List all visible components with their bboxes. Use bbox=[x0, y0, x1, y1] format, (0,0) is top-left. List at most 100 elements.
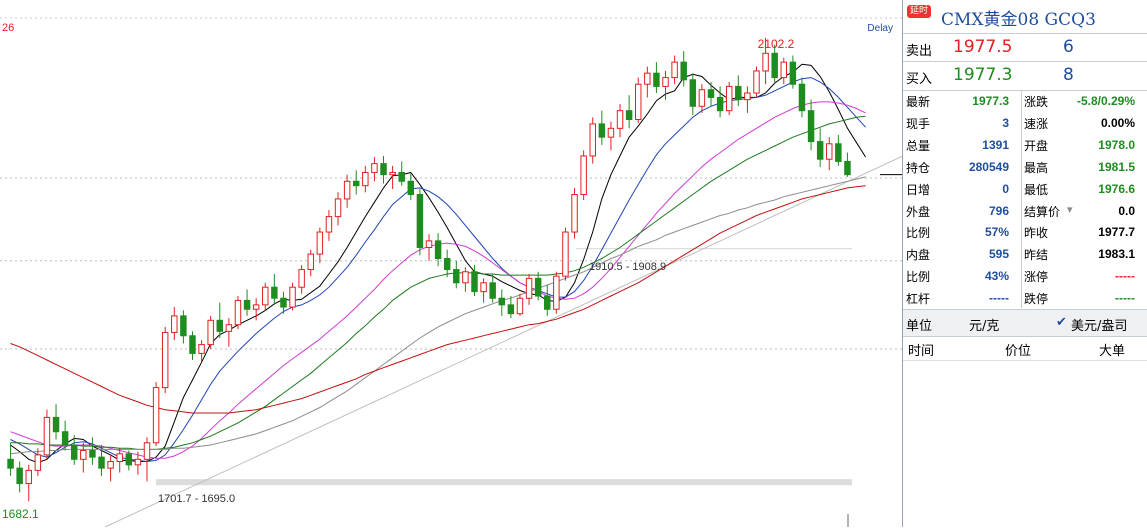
candle-body bbox=[844, 160, 851, 176]
candle-body bbox=[398, 171, 405, 182]
candle-body bbox=[334, 198, 342, 218]
candle-body bbox=[589, 123, 596, 157]
candle-body bbox=[680, 61, 687, 81]
candle-body bbox=[516, 297, 524, 315]
moving-average-line bbox=[10, 185, 866, 414]
bid-row: 买入 1977.3 8 bbox=[903, 61, 1147, 91]
stat-value: 0 bbox=[1002, 181, 1009, 196]
candle-body bbox=[780, 61, 788, 79]
col-price: 价位 bbox=[1005, 344, 1032, 359]
candle-body bbox=[762, 52, 769, 72]
trades-list[interactable] bbox=[903, 360, 1147, 528]
candle-body bbox=[525, 277, 533, 299]
candle-body bbox=[462, 271, 469, 284]
candle-body bbox=[152, 387, 160, 444]
candle-body bbox=[553, 275, 560, 310]
candle-body bbox=[161, 331, 169, 389]
candle-body bbox=[252, 304, 260, 310]
stat-value: 1977.3 bbox=[972, 94, 1009, 108]
stat-label: 比例 bbox=[906, 226, 931, 241]
moving-average-line bbox=[10, 77, 866, 463]
stat-label: 最高 bbox=[1024, 160, 1049, 175]
stats-row: 最新 1977.3 涨跌 -5.8/0.29% bbox=[903, 90, 1147, 112]
check-icon: ✔ bbox=[1056, 315, 1067, 330]
candle-body bbox=[180, 315, 187, 337]
trend-line bbox=[104, 155, 903, 527]
stats-row: 杠杆 ----- 跌停 ----- bbox=[903, 287, 1147, 309]
col-time: 时间 bbox=[908, 344, 935, 359]
candle-body bbox=[544, 295, 551, 310]
stats-row: 持仓 280549 最高 1981.5 bbox=[903, 156, 1147, 178]
stat-label: 持仓 bbox=[906, 160, 931, 175]
unit-usd-option[interactable]: 美元/盎司 bbox=[1071, 315, 1127, 334]
stat-label: 最低 bbox=[1024, 182, 1049, 197]
stat-label: 速涨 bbox=[1024, 116, 1049, 131]
bid-volume: 8 bbox=[1063, 65, 1074, 85]
stat-value: 280549 bbox=[968, 159, 1009, 174]
candle-body bbox=[789, 61, 797, 85]
candle-body bbox=[352, 180, 360, 187]
candle-body bbox=[671, 61, 678, 79]
moving-average-line bbox=[10, 101, 866, 459]
quote-panel: 延时 CMX黄金08 GCQ3 卖出 1977.5 6 买入 1977.3 8 … bbox=[903, 0, 1147, 527]
bid-label: 买入 bbox=[906, 72, 933, 87]
candle-body bbox=[134, 458, 142, 466]
quote-header: 延时 CMX黄金08 GCQ3 bbox=[903, 0, 1147, 34]
stat-label: 最新 bbox=[906, 95, 931, 109]
stat-label: 杠杆 bbox=[906, 292, 931, 307]
stat-label: 内盘 bbox=[906, 248, 931, 263]
candle-body bbox=[107, 461, 114, 469]
ask-label: 卖出 bbox=[906, 44, 933, 59]
candle-body bbox=[434, 240, 442, 260]
candle-body bbox=[143, 442, 151, 460]
candlestick-chart-svg[interactable]: 26 Delay 2102.2 1682.1 1701.7 - 1695.0 1910.5… bbox=[0, 0, 903, 527]
candle-body bbox=[52, 416, 60, 433]
candle-body bbox=[380, 163, 387, 176]
candle-body bbox=[70, 444, 78, 460]
low-annotation: 1682.1 bbox=[2, 507, 39, 521]
candle-body bbox=[25, 469, 32, 485]
stat-label: 跌停 bbox=[1024, 292, 1049, 307]
bid-price: 1977.3 bbox=[953, 65, 1013, 85]
stats-row: 内盘 595 昨结 1983.1 bbox=[903, 243, 1147, 265]
unit-row: 单位 元/克 ✔ 美元/盎司 bbox=[903, 309, 1147, 337]
candle-body bbox=[125, 453, 133, 466]
stat-value: 595 bbox=[988, 247, 1009, 262]
stat-value: 1981.5 bbox=[1098, 159, 1135, 174]
unit-cny-option[interactable]: 元/克 bbox=[969, 315, 999, 334]
candle-body bbox=[498, 297, 506, 306]
price-chart[interactable]: 26 Delay 2102.2 1682.1 1701.7 - 1695.0 1910.5… bbox=[0, 0, 903, 527]
ask-row: 卖出 1977.5 6 bbox=[903, 33, 1147, 62]
candle-body bbox=[507, 304, 515, 315]
stats-row: 比例 43% 涨停 ----- bbox=[903, 265, 1147, 287]
chevron-down-icon[interactable]: ▾ bbox=[1067, 203, 1073, 216]
candle-body bbox=[562, 231, 569, 277]
stats-row: 比例 57% 昨收 1977.7 bbox=[903, 221, 1147, 243]
stat-label: 总量 bbox=[906, 138, 931, 153]
candle-body bbox=[571, 194, 578, 233]
stat-value: 1976.6 bbox=[1098, 181, 1135, 196]
candle-body bbox=[798, 83, 806, 112]
candle-body bbox=[61, 431, 69, 446]
instrument-title: CMX黄金08 GCQ3 bbox=[941, 10, 1096, 30]
candle-body bbox=[289, 286, 296, 308]
candle-body bbox=[271, 286, 278, 299]
stat-value: ----- bbox=[989, 291, 1009, 306]
stat-value: 796 bbox=[988, 203, 1009, 218]
candle-body bbox=[744, 92, 751, 101]
candle-body bbox=[753, 70, 760, 94]
candle-body bbox=[644, 72, 651, 85]
candle-body bbox=[453, 269, 460, 284]
candle-body bbox=[416, 194, 424, 248]
stat-label: 比例 bbox=[906, 270, 931, 285]
candle-body bbox=[698, 89, 706, 107]
stat-value: 1983.1 bbox=[1098, 247, 1135, 262]
stat-label: 开盘 bbox=[1024, 138, 1049, 153]
candle-body bbox=[307, 253, 314, 271]
stats-row: 现手 3 速涨 0.00% bbox=[903, 112, 1147, 134]
candle-body bbox=[816, 141, 824, 160]
stat-label: 昨结 bbox=[1024, 248, 1049, 263]
candle-body bbox=[489, 282, 496, 299]
candle-body bbox=[343, 180, 351, 200]
candle-body bbox=[316, 231, 324, 255]
